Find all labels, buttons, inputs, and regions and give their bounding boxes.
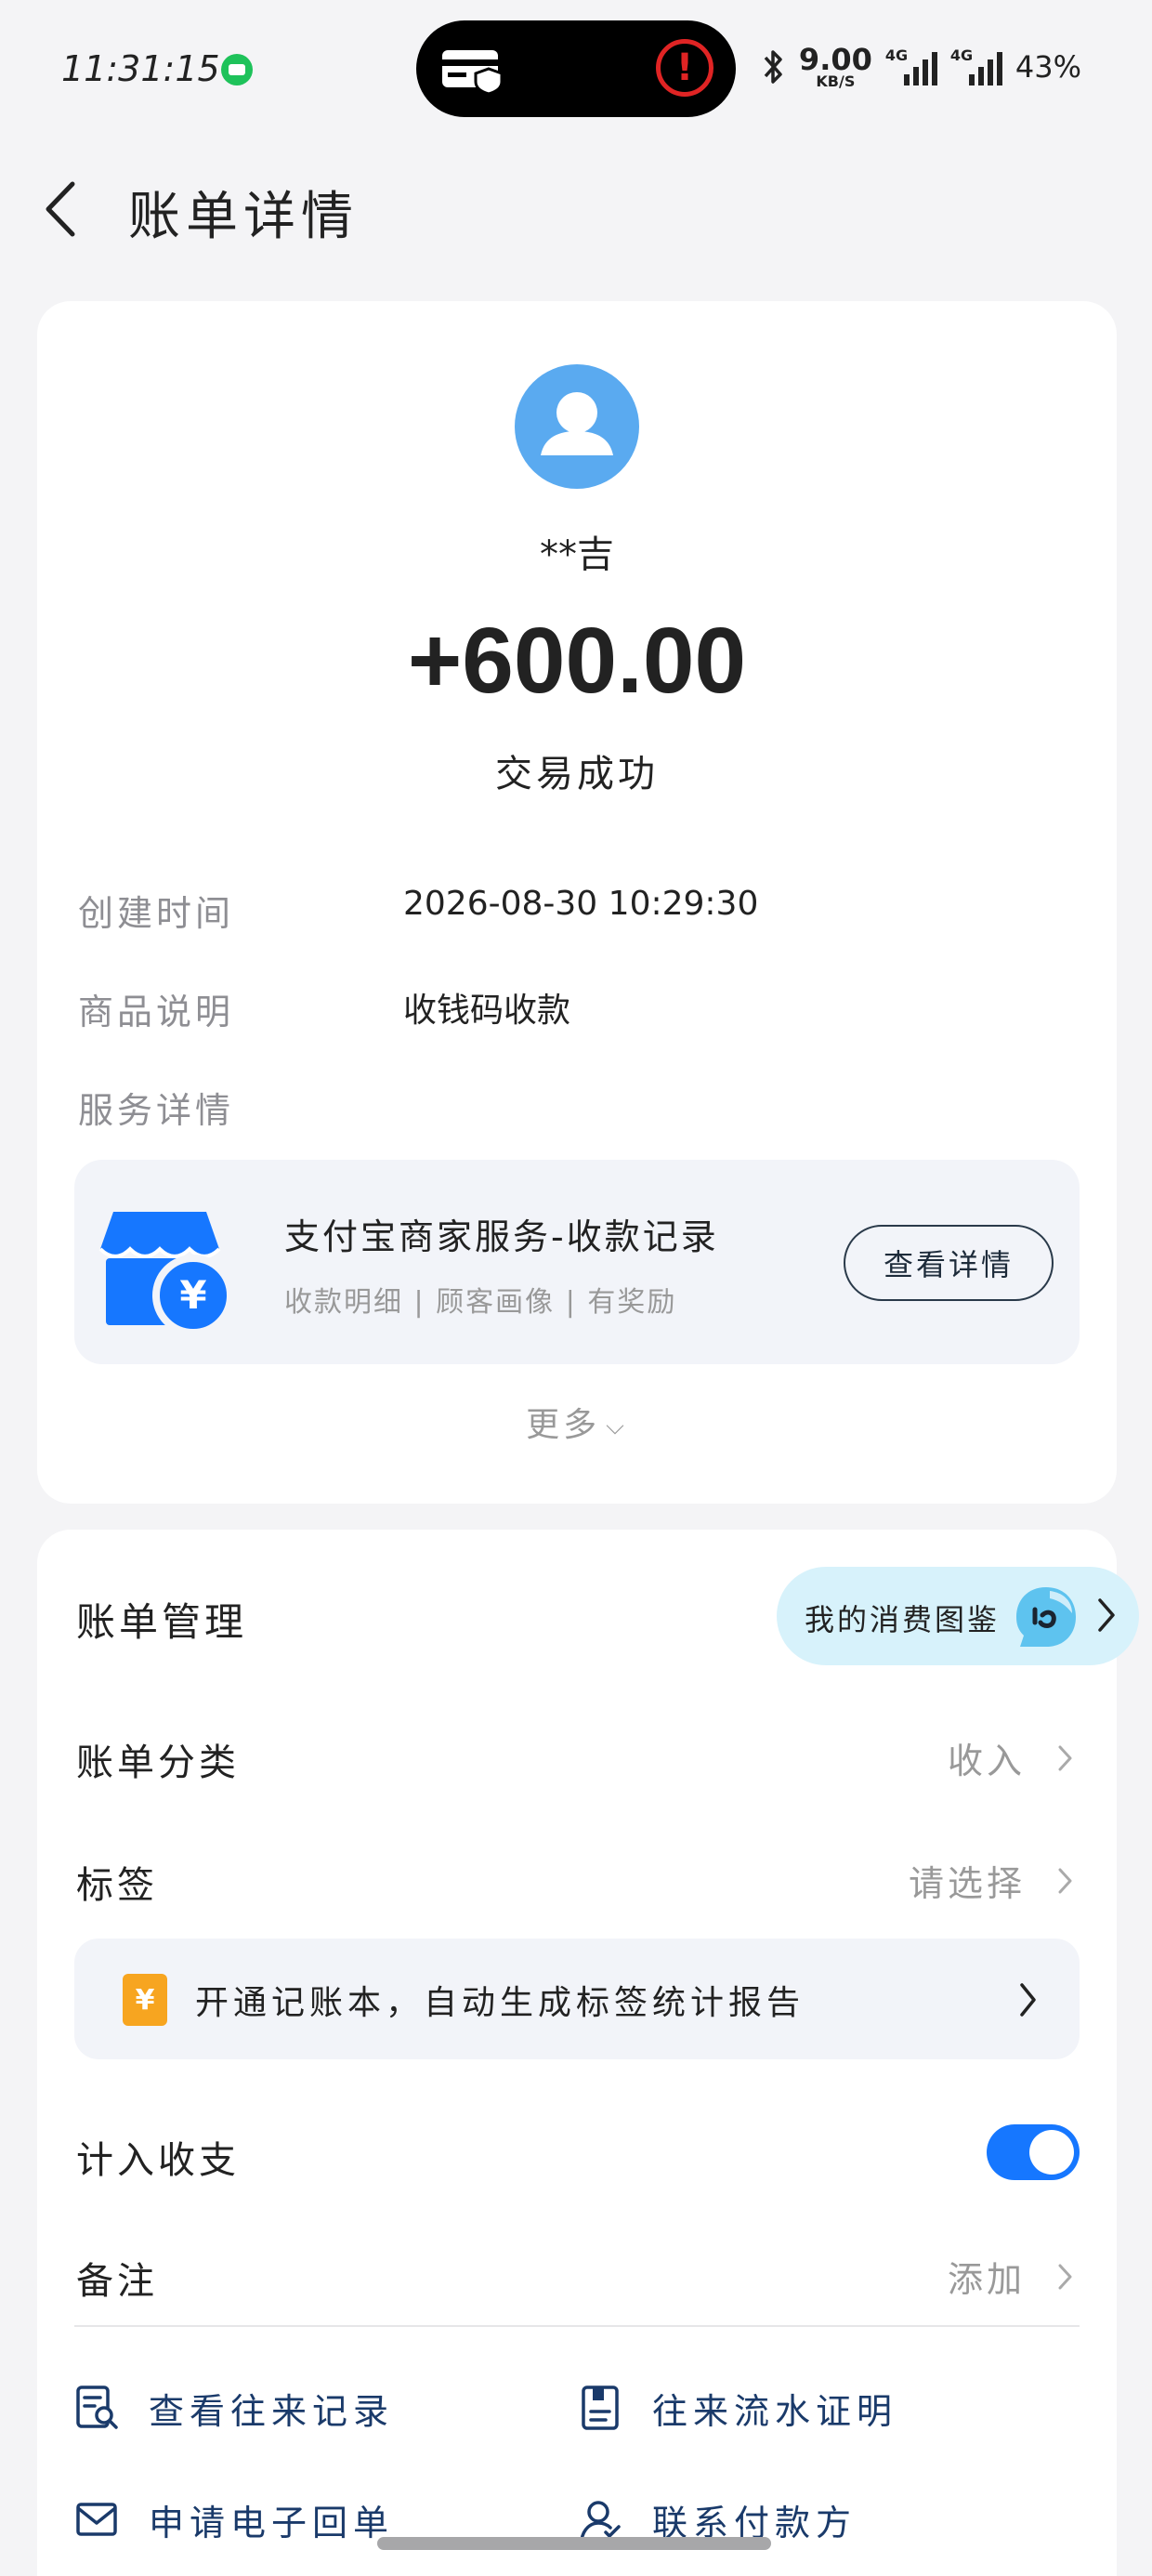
chevron-right-icon	[1058, 2264, 1072, 2290]
tag-value: 请选择	[908, 1863, 1026, 1904]
more-button[interactable]: 更多 ⌵	[37, 1398, 1117, 1446]
network-speed-unit: KB/S	[816, 72, 856, 90]
alert-icon: !	[656, 39, 713, 97]
shop-icon: ¥	[98, 1212, 234, 1336]
created-time-value: 2026-08-30 10:29:30	[403, 885, 759, 923]
bill-management-card: 账单管理 我的消费图鉴 账单分类 收入 标签 请选择 ¥ 开通记账本，自动生成标…	[37, 1530, 1139, 2576]
chevron-right-icon	[1058, 1868, 1072, 1894]
note-label: 备注	[76, 2260, 158, 2303]
secure-card-icon	[442, 50, 504, 95]
toggle-knob	[1029, 2130, 1074, 2175]
service-subtitle: 收款明细 | 顾客画像 | 有奖励	[284, 1286, 677, 1319]
envelope-icon	[76, 2503, 117, 2536]
bill-category-label: 账单分类	[76, 1741, 240, 1784]
tag-label: 标签	[76, 1864, 158, 1907]
signal-2-icon: 4G	[950, 46, 1002, 87]
count-in-budget-row: 计入收支	[76, 2124, 1080, 2189]
status-indicators: 9.00 KB/S 4G 4G 43%	[760, 45, 1081, 89]
network-speed-value: 9.00	[798, 42, 872, 77]
flow-proof-link[interactable]: 往来流水证明	[578, 2375, 897, 2440]
merchant-service-card[interactable]: ¥ 支付宝商家服务-收款记录 收款明细 | 顾客画像 | 有奖励 查看详情	[74, 1160, 1080, 1364]
transaction-card: **吉 +600.00 交易成功 创建时间 2026-08-30 10:29:3…	[37, 301, 1117, 1504]
product-value: 收钱码收款	[403, 992, 571, 1030]
message-app-icon	[221, 54, 253, 85]
created-time-label: 创建时间	[78, 893, 235, 934]
mascot-icon	[1016, 1587, 1076, 1647]
more-label: 更多	[526, 1406, 601, 1444]
bill-category-value: 收入	[947, 1741, 1026, 1781]
divider	[74, 2325, 1080, 2327]
svg-text:¥: ¥	[179, 1272, 206, 1318]
view-records-link[interactable]: 查看往来记录	[74, 2375, 394, 2440]
view-records-label: 查看往来记录	[149, 2390, 395, 2432]
service-detail-row: 服务详情	[78, 1082, 1081, 1137]
status-time: 11:31:15	[61, 48, 220, 89]
status-bar: 11:31:15 ! 9.00 KB/S 4G 4G 43%	[0, 0, 1152, 139]
document-icon	[582, 2385, 619, 2430]
created-time-row: 创建时间 2026-08-30 10:29:30	[78, 885, 1081, 940]
product-label: 商品说明	[78, 992, 235, 1032]
note-value: 添加	[947, 2259, 1026, 2300]
bill-detail-page: 11:31:15 ! 9.00 KB/S 4G 4G 43% 账单详情 **吉 …	[0, 0, 1152, 2576]
transaction-status: 交易成功	[495, 753, 659, 795]
bill-category-row[interactable]: 账单分类 收入	[76, 1727, 1080, 1792]
bill-management-title: 账单管理	[76, 1599, 248, 1645]
product-row: 商品说明 收钱码收款	[78, 983, 1081, 1039]
user-icon	[541, 392, 613, 455]
chevron-down-icon: ⌵	[606, 1412, 628, 1440]
back-arrow-icon[interactable]	[39, 178, 84, 240]
tag-row[interactable]: 标签 请选择	[76, 1849, 1080, 1914]
chevron-right-icon	[1058, 1745, 1072, 1771]
e-receipt-label: 申请电子回单	[149, 2502, 395, 2543]
transaction-amount: +600.00	[407, 609, 747, 713]
flow-proof-label: 往来流水证明	[652, 2390, 898, 2432]
ledger-promo-text: 开通记账本，自动生成标签统计报告	[195, 1984, 805, 2022]
chevron-right-icon	[1020, 1983, 1036, 2017]
count-in-budget-toggle[interactable]	[987, 2124, 1080, 2180]
consumption-guide-label: 我的消费图鉴	[805, 1602, 1001, 1637]
service-detail-label: 服务详情	[78, 1090, 235, 1131]
bluetooth-icon	[764, 50, 782, 84]
ledger-promo-banner[interactable]: ¥ 开通记账本，自动生成标签统计报告	[74, 1939, 1080, 2059]
note-row[interactable]: 备注 添加	[76, 2245, 1080, 2310]
count-in-budget-label: 计入收支	[76, 2139, 240, 2182]
counterparty-avatar	[515, 364, 639, 489]
top-nav: 账单详情	[0, 158, 1152, 260]
record-search-icon	[76, 2385, 118, 2429]
ledger-book-icon: ¥	[123, 1974, 167, 2026]
signal-1-icon: 4G	[885, 46, 937, 87]
page-title: 账单详情	[128, 187, 359, 247]
view-details-button[interactable]: 查看详情	[844, 1225, 1054, 1301]
home-indicator[interactable]	[377, 2537, 771, 2550]
network-speed: 9.00 KB/S	[799, 45, 872, 89]
service-title: 支付宝商家服务-收款记录	[284, 1216, 719, 1257]
chevron-right-icon	[1098, 1598, 1115, 1632]
e-receipt-link[interactable]: 申请电子回单	[74, 2487, 394, 2552]
consumption-guide-button[interactable]: 我的消费图鉴	[777, 1567, 1139, 1665]
counterparty-name: **吉	[540, 533, 614, 576]
battery-level: 43%	[1015, 49, 1081, 85]
